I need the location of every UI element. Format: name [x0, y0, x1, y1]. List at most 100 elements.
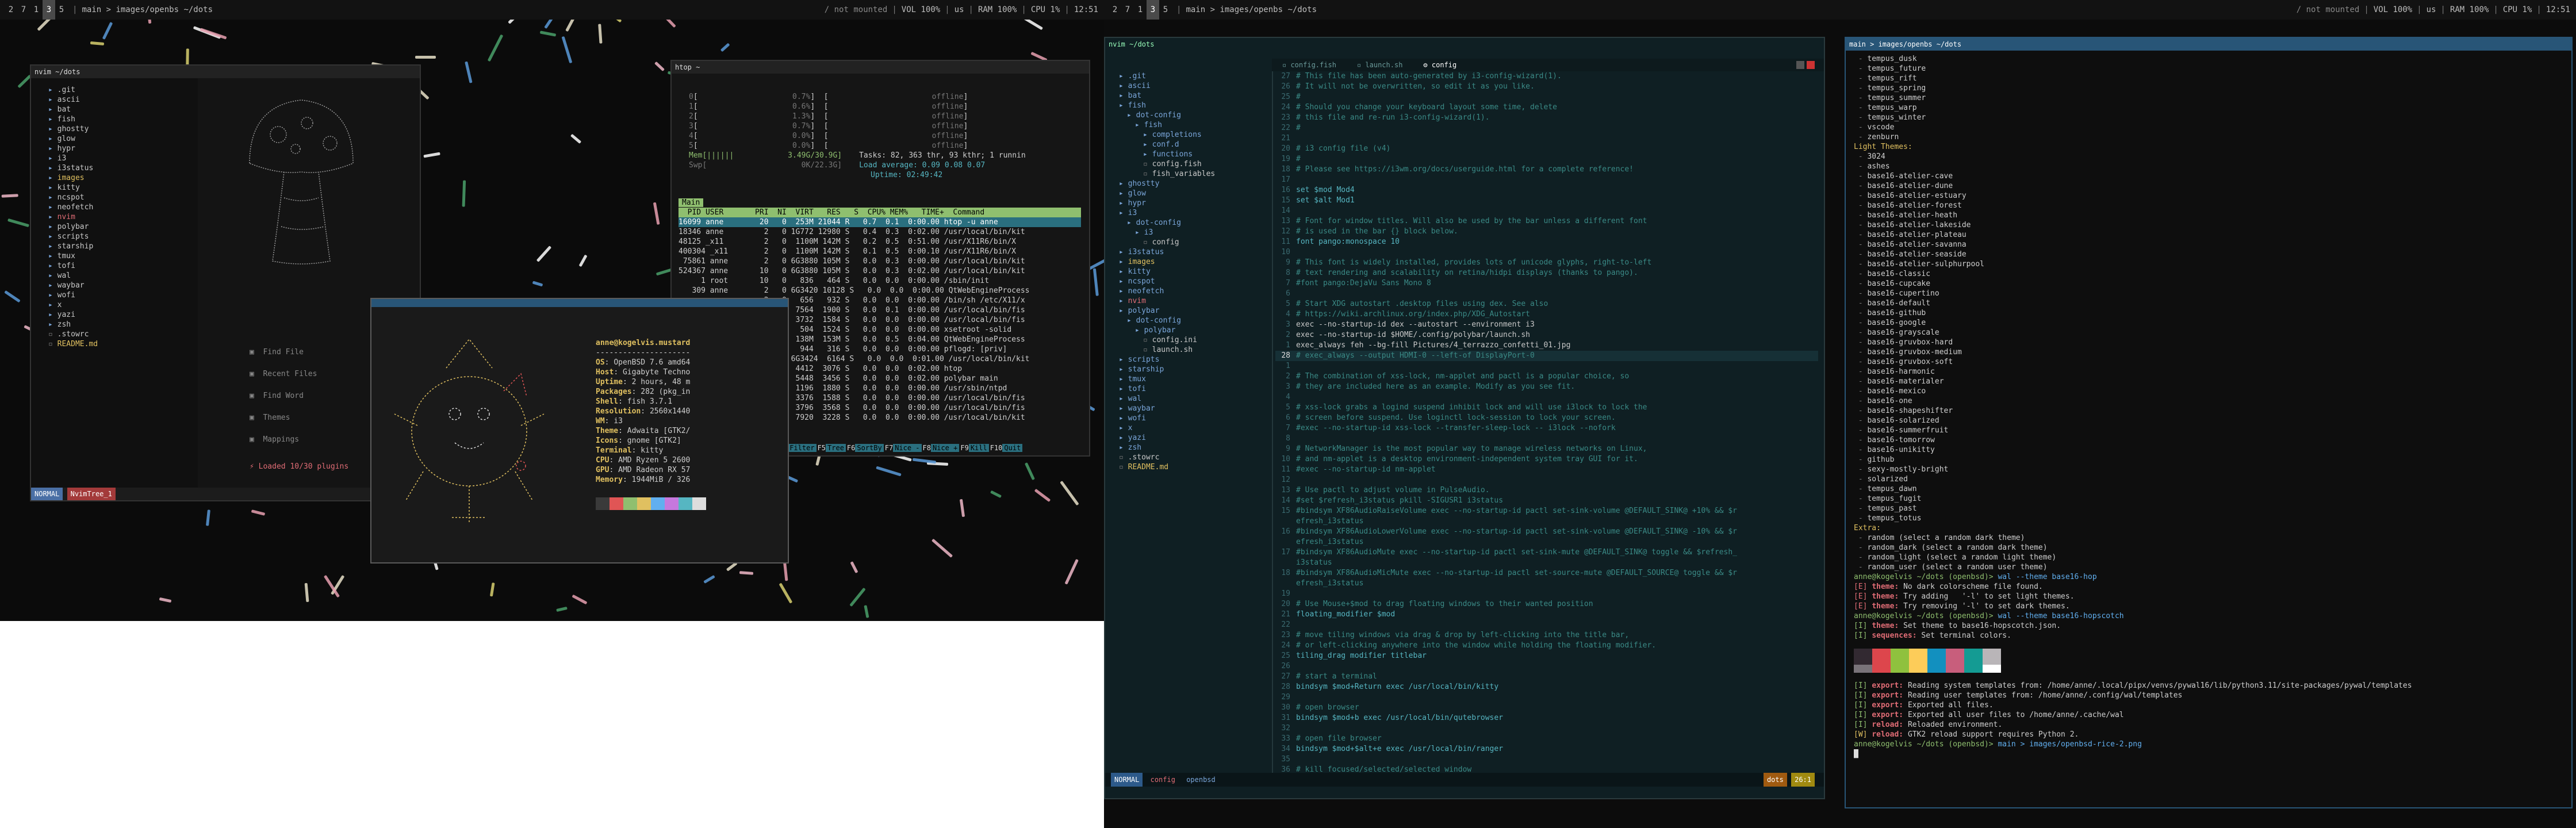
tree-item[interactable]: ▸ x — [48, 300, 198, 310]
tree-item[interactable]: ▸ images — [1119, 257, 1271, 267]
minimize-icon[interactable] — [1796, 61, 1804, 69]
tree-item[interactable]: ▫ .stowrc — [1119, 453, 1271, 462]
process-row[interactable]: 524367 anne 10 0 6G3880 105M S 0.0 0.3 0… — [678, 266, 1081, 276]
buffer-tabs[interactable]: ▫ config.fish ▫ launch.sh ⚙ config — [1272, 59, 1824, 71]
terminal-output[interactable]: - tempus_dusk - tempus_future - tempus_r… — [1846, 51, 2571, 759]
tree-item[interactable]: ▸ yazi — [48, 310, 198, 320]
process-row[interactable]: 75861 anne 2 0 6G3880 105M S 0.0 0.3 0:0… — [678, 256, 1081, 266]
workspace-3[interactable]: 3 — [43, 0, 55, 20]
tree-item[interactable]: ▸ wal — [1119, 394, 1271, 404]
tree-item[interactable]: ▸ starship — [1119, 365, 1271, 374]
tree-item[interactable]: ▸ waybar — [1119, 404, 1271, 413]
tree-item[interactable]: ▸ i3status — [48, 163, 198, 173]
tree-item[interactable]: ▸ i3 — [48, 154, 198, 163]
tree-item[interactable]: ▸ completions — [1119, 130, 1271, 140]
tree-item[interactable]: ▸ conf.d — [1119, 140, 1271, 150]
tree-item[interactable]: ▸ images — [48, 173, 198, 183]
fkey-label[interactable]: Nice + — [931, 444, 960, 452]
tree-item[interactable]: ▸ starship — [48, 241, 198, 251]
tree-item[interactable]: ▫ fish_variables — [1119, 169, 1271, 179]
tree-item[interactable]: ▸ yazi — [1119, 433, 1271, 443]
process-row[interactable]: 309 anne 2 0 6G3420 10128 S 0.0 0.0 0:00… — [678, 286, 1081, 296]
tree-item[interactable]: ▸ zsh — [48, 320, 198, 329]
workspace-switcher[interactable]: 2 7 1 3 5 | main > images/openbs ~/dots — [1109, 0, 1317, 20]
tree-item[interactable]: ▸ scripts — [1119, 355, 1271, 365]
tree-item[interactable]: ▸ kitty — [48, 183, 198, 193]
workspace-3[interactable]: 3 — [1147, 0, 1159, 20]
process-row[interactable]: 18346 anne 2 0 1G772 12980 S 0.4 0.3 0:0… — [678, 227, 1081, 237]
tree-item[interactable]: ▸ tmux — [1119, 374, 1271, 384]
tree-item[interactable]: ▸ ncspot — [48, 193, 198, 202]
tree-item[interactable]: ▸ hypr — [48, 144, 198, 154]
tree-item[interactable]: ▸ tofi — [1119, 384, 1271, 394]
workspace-5[interactable]: 5 — [55, 0, 68, 20]
process-row[interactable]: 400304 _x11 2 0 1100M 142M S 0.1 0.5 0:0… — [678, 247, 1081, 256]
prompt-line[interactable]: anne@kogelvis ~/dots (openbsd)> wal --th… — [1854, 572, 2571, 582]
tree-item[interactable]: ▸ wofi — [48, 290, 198, 300]
tree-item[interactable]: ▸ .git — [48, 85, 198, 95]
tree-item[interactable]: ▸ glow — [1119, 189, 1271, 198]
prompt-line[interactable]: anne@kogelvis ~/dots (openbsd)> main > i… — [1854, 739, 2571, 749]
tree-item[interactable]: ▸ ghostty — [1119, 179, 1271, 189]
buffer-tab[interactable]: ▫ config.fish — [1272, 61, 1347, 69]
tree-item[interactable]: ▸ i3status — [1119, 247, 1271, 257]
tree-item[interactable]: ▸ tmux — [48, 251, 198, 261]
tree-item[interactable]: ▸ wal — [48, 271, 198, 281]
fkey-label[interactable]: Tree — [826, 444, 846, 452]
tree-item[interactable]: ▸ ascii — [48, 95, 198, 105]
workspace-2[interactable]: 2 — [5, 0, 17, 20]
tree-item[interactable]: ▫ README.md — [1119, 462, 1271, 472]
tree-item[interactable]: ▸ neofetch — [48, 202, 198, 212]
tree-item[interactable]: ▸ bat — [48, 105, 198, 114]
tab-main[interactable]: Main — [678, 198, 704, 207]
workspace-5[interactable]: 5 — [1159, 0, 1172, 20]
process-row[interactable]: 1 root 10 0 836 464 S 0.0 0.0 0:00.00 /s… — [678, 276, 1081, 286]
tree-item[interactable]: ▸ fish — [48, 114, 198, 124]
tree-item[interactable]: ▸ fish — [1119, 101, 1271, 110]
fkey-label[interactable]: Nice - — [893, 444, 922, 452]
workspace-7[interactable]: 7 — [1121, 0, 1134, 20]
tree-item[interactable]: ▸ hypr — [1119, 198, 1271, 208]
htop-tab[interactable]: Main — [678, 198, 1081, 208]
tree-item[interactable]: ▸ ascii — [1119, 81, 1271, 91]
workspace-1[interactable]: 1 — [30, 0, 43, 20]
terminal-window[interactable]: main > images/openbs ~/dots - tempus_dus… — [1845, 37, 2573, 808]
tree-item[interactable]: ▸ kitty — [1119, 267, 1271, 277]
tree-item[interactable]: ▸ scripts — [48, 232, 198, 241]
tree-item[interactable]: ▸ ncspot — [1119, 277, 1271, 286]
code-editor[interactable]: 27 # This file has been auto-generated by… — [1275, 71, 1818, 773]
tree-item[interactable]: ▸ nvim — [1119, 296, 1271, 306]
tree-item[interactable]: ▸ dot-config — [1119, 218, 1271, 228]
nvim-window-right[interactable]: nvim ~/dots ▫ config.fish ▫ launch.sh ⚙ co… — [1104, 37, 1825, 799]
tree-item[interactable]: ▸ polybar — [1119, 306, 1271, 316]
buffer-tab[interactable]: ▫ launch.sh — [1347, 61, 1413, 69]
fkey-label[interactable]: SortBy — [855, 444, 884, 452]
tree-item[interactable]: ▫ launch.sh — [1119, 345, 1271, 355]
tree-item[interactable]: ▸ polybar — [48, 222, 198, 232]
fkey-label[interactable]: Quit — [1002, 444, 1023, 452]
file-tree[interactable]: ▸ .git ▸ ascii ▸ bat ▸ fish ▸ dot-config ▸ fi… — [1119, 71, 1271, 773]
tree-item[interactable]: ▫ config — [1119, 237, 1271, 247]
fkey-label[interactable]: Filter — [788, 444, 816, 452]
tree-item[interactable]: ▸ wofi — [1119, 413, 1271, 423]
tree-item[interactable]: ▸ tofi — [48, 261, 198, 271]
workspace-2[interactable]: 2 — [1109, 0, 1121, 20]
process-row[interactable]: 16099 anne 20 0 253M 21044 R 0.7 0.1 0:0… — [678, 217, 1081, 227]
tree-item[interactable]: ▸ i3 — [1119, 208, 1271, 218]
tree-item[interactable]: ▸ polybar — [1119, 325, 1271, 335]
tree-item[interactable]: ▸ dot-config — [1119, 110, 1271, 120]
workspace-switcher[interactable]: 2 7 1 3 5 | main > images/openbs ~/dots — [5, 0, 213, 20]
tree-item[interactable]: ▫ config.fish — [1119, 159, 1271, 169]
process-row[interactable]: 48125 _x11 2 0 1100M 142M S 0.2 0.5 0:51… — [678, 237, 1081, 247]
file-tree[interactable]: ▸ .git ▸ ascii ▸ bat ▸ fish ▸ ghostty ▸ glow ▸… — [31, 78, 198, 488]
buffer-tab[interactable]: ⚙ config — [1413, 61, 1467, 69]
neofetch-window[interactable]: anne@kogelvis.mustard ------------------… — [370, 298, 789, 564]
tree-item[interactable]: ▸ dot-config — [1119, 316, 1271, 325]
nvim-window-left[interactable]: nvim ~/dots ▸ .git ▸ ascii ▸ bat ▸ fish ▸ gh… — [30, 64, 421, 501]
tree-item[interactable]: ▸ functions — [1119, 150, 1271, 159]
tree-item[interactable]: ▸ nvim — [48, 212, 198, 222]
workspace-7[interactable]: 7 — [17, 0, 30, 20]
tree-item[interactable]: ▸ x — [1119, 423, 1271, 433]
prompt-line[interactable]: anne@kogelvis ~/dots (openbsd)> wal --th… — [1854, 611, 2571, 621]
tree-item[interactable]: ▸ glow — [48, 134, 198, 144]
